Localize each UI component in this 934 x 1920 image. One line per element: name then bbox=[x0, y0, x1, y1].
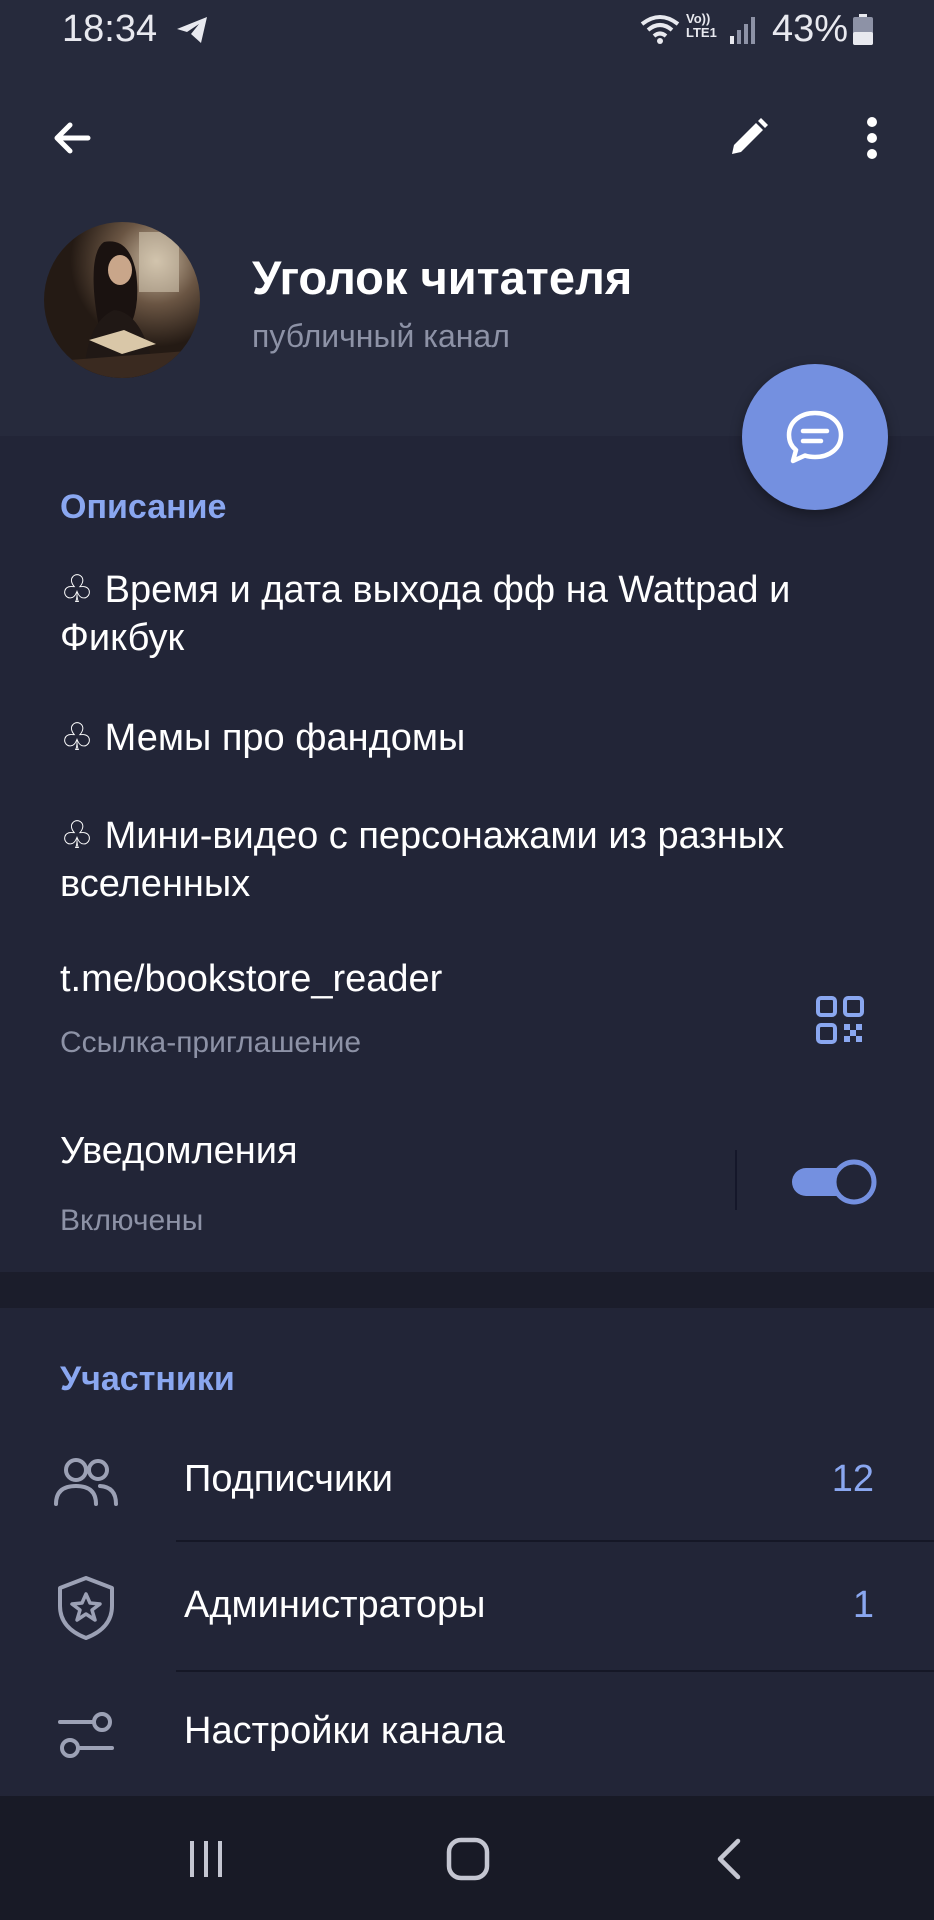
row-divider bbox=[176, 1540, 934, 1542]
edit-button[interactable] bbox=[706, 96, 790, 180]
description-line: ♧ Мини-видео с персонажами из разных все… bbox=[60, 815, 785, 905]
channel-title: Уголок читателя bbox=[252, 251, 633, 304]
pencil-icon bbox=[732, 118, 768, 154]
back-button[interactable] bbox=[30, 96, 114, 180]
telegram-status-icon bbox=[175, 14, 209, 46]
section-separator bbox=[0, 1272, 934, 1308]
admin-shield-icon bbox=[50, 1572, 122, 1644]
wifi-icon bbox=[638, 12, 682, 46]
nav-home-button[interactable] bbox=[432, 1826, 504, 1892]
recents-icon bbox=[190, 1841, 222, 1877]
volte-indicator: Vo)) LTE1 bbox=[686, 11, 717, 40]
row-divider bbox=[176, 1670, 934, 1672]
description-header: Описание bbox=[60, 488, 227, 526]
qr-code-icon bbox=[816, 996, 864, 1044]
subscribers-row[interactable]: Подписчики 12 bbox=[0, 1420, 934, 1542]
channel-avatar[interactable] bbox=[44, 222, 200, 378]
channel-settings-row[interactable]: Настройки канала bbox=[0, 1676, 934, 1796]
status-time: 18:34 bbox=[62, 8, 158, 50]
chevron-left-icon bbox=[717, 1838, 741, 1880]
more-options-button[interactable] bbox=[830, 96, 914, 180]
back-arrow-icon bbox=[54, 122, 91, 154]
channel-type: публичный канал bbox=[252, 318, 510, 354]
invite-link-caption: Ссылка-приглашение bbox=[60, 1026, 362, 1059]
description-line: ♧ Время и дата выхода фф на Wattpad и Фи… bbox=[60, 569, 791, 659]
members-header: Участники bbox=[60, 1360, 235, 1398]
chat-bubble-icon bbox=[786, 410, 844, 464]
people-icon bbox=[50, 1446, 122, 1518]
notifications-toggle[interactable] bbox=[790, 1156, 880, 1208]
settings-sliders-icon bbox=[50, 1698, 122, 1770]
administrators-row[interactable]: Администраторы 1 bbox=[0, 1546, 934, 1672]
battery-percent: 43% bbox=[772, 8, 849, 50]
subscribers-label: Подписчики bbox=[184, 1458, 394, 1500]
nav-back-button[interactable] bbox=[694, 1826, 766, 1892]
notifications-status: Включены bbox=[60, 1204, 204, 1237]
home-icon bbox=[446, 1837, 490, 1881]
qr-code-button[interactable] bbox=[800, 980, 880, 1060]
subscribers-count: 12 bbox=[831, 1458, 874, 1500]
signal-icon bbox=[728, 14, 758, 46]
more-vert-icon bbox=[867, 117, 877, 159]
invite-link[interactable]: t.me/bookstore_reader bbox=[60, 958, 442, 1001]
divider bbox=[735, 1150, 737, 1210]
discussion-button[interactable] bbox=[742, 364, 888, 510]
battery-icon bbox=[852, 14, 874, 46]
nav-recents-button[interactable] bbox=[170, 1826, 242, 1892]
administrators-count: 1 bbox=[852, 1584, 874, 1626]
channel-settings-label: Настройки канала bbox=[184, 1710, 505, 1752]
notifications-label: Уведомления bbox=[60, 1130, 298, 1172]
administrators-label: Администраторы bbox=[184, 1584, 486, 1626]
description-line: ♧ Мемы про фандомы bbox=[60, 717, 466, 759]
